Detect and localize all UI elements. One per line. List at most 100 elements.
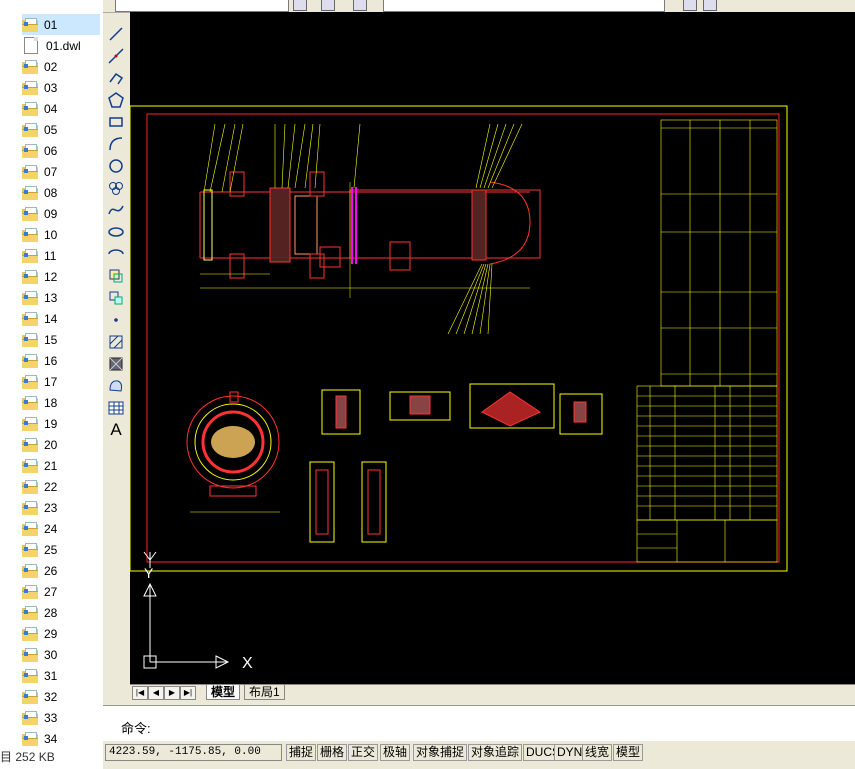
ellipse-arc-icon[interactable] (106, 244, 126, 264)
folder-item[interactable]: 02 (22, 56, 100, 77)
item-label: 33 (44, 710, 58, 725)
folder-item[interactable]: 08 (22, 182, 100, 203)
folder-item[interactable]: 18 (22, 392, 100, 413)
status-toggle-button[interactable]: 栅格 (317, 744, 348, 761)
status-toggle-button[interactable]: 对象捕捉 (413, 744, 468, 761)
table-icon[interactable] (106, 398, 126, 418)
folder-icon (22, 585, 38, 599)
folder-item[interactable]: 29 (22, 623, 100, 644)
first-tab-button[interactable]: |◀ (132, 686, 148, 700)
layer-previous-icon[interactable] (683, 0, 697, 11)
folder-item[interactable]: 21 (22, 455, 100, 476)
folder-item[interactable]: 26 (22, 560, 100, 581)
coordinate-display[interactable]: 4223.59, -1175.85, 0.00 (105, 744, 282, 761)
next-tab-button[interactable]: ▶ (164, 686, 180, 700)
line-icon[interactable] (106, 24, 126, 44)
item-label: 23 (44, 500, 58, 515)
last-tab-button[interactable]: ▶| (180, 686, 196, 700)
hatch-icon[interactable] (106, 332, 126, 352)
folder-item[interactable]: 24 (22, 518, 100, 539)
layout-tab-bar: |◀ ◀ ▶ ▶| 模型 布局1 (130, 684, 855, 701)
layer-properties-combobox[interactable] (383, 0, 665, 12)
drawing-inner-border (146, 113, 780, 563)
multiline-text-icon[interactable]: A (106, 420, 126, 440)
folder-icon (22, 480, 38, 494)
folder-item[interactable]: 27 (22, 581, 100, 602)
spline-icon[interactable] (106, 200, 126, 220)
arc-icon[interactable] (106, 134, 126, 154)
status-toggle-button[interactable]: DYN (554, 744, 586, 761)
status-bar: 4223.59, -1175.85, 0.00 捕捉 栅格 正交 极轴 对象捕捉 对象追踪… (103, 741, 855, 762)
folder-item[interactable]: 22 (22, 476, 100, 497)
folder-item[interactable]: 14 (22, 308, 100, 329)
make-block-icon[interactable] (106, 288, 126, 308)
status-toggle-button[interactable]: 捕捉 (286, 744, 317, 761)
folder-icon (22, 60, 38, 74)
item-label: 03 (44, 80, 58, 95)
folder-item[interactable]: 05 (22, 119, 100, 140)
folder-item[interactable]: 10 (22, 224, 100, 245)
construction-line-icon[interactable] (106, 46, 126, 66)
status-toggle-button[interactable]: 线宽 (582, 744, 613, 761)
folder-item[interactable]: 32 (22, 686, 100, 707)
folder-item[interactable]: 01 (22, 14, 100, 35)
status-toggle-button[interactable]: 极轴 (380, 744, 411, 761)
region-icon[interactable] (106, 376, 126, 396)
status-toggle-button[interactable]: 对象追踪 (468, 744, 523, 761)
folder-icon (22, 543, 38, 557)
file-item[interactable]: 01.dwl (22, 35, 100, 56)
model-space-canvas[interactable]: X Y (130, 12, 855, 684)
circle-icon[interactable] (106, 156, 126, 176)
folder-item[interactable]: 13 (22, 287, 100, 308)
folder-item[interactable]: 03 (22, 77, 100, 98)
gradient-icon[interactable] (106, 354, 126, 374)
folder-item[interactable]: 19 (22, 413, 100, 434)
folder-item[interactable]: 11 (22, 245, 100, 266)
folder-item[interactable]: 28 (22, 602, 100, 623)
folder-item[interactable]: 15 (22, 329, 100, 350)
tab-layout1[interactable]: 布局1 (244, 685, 285, 700)
folder-icon (22, 501, 38, 515)
folder-item[interactable]: 30 (22, 644, 100, 665)
polyline-icon[interactable] (106, 68, 126, 88)
folder-item[interactable]: 20 (22, 434, 100, 455)
item-label: 18 (44, 395, 58, 410)
revision-cloud-icon[interactable] (106, 178, 126, 198)
folder-item[interactable]: 12 (22, 266, 100, 287)
folder-item[interactable]: 06 (22, 140, 100, 161)
status-toggle-button[interactable]: 正交 (348, 744, 379, 761)
item-label: 04 (44, 101, 58, 116)
folder-item[interactable]: 16 (22, 350, 100, 371)
detail-views (309, 383, 603, 543)
layer-combobox[interactable] (115, 0, 289, 12)
folder-item[interactable]: 09 (22, 203, 100, 224)
folder-item[interactable]: 04 (22, 98, 100, 119)
status-toggle-button[interactable]: 模型 (613, 744, 644, 761)
folder-item[interactable]: 33 (22, 707, 100, 728)
point-icon[interactable] (106, 310, 126, 330)
folder-icon (22, 333, 38, 347)
folder-icon (22, 648, 38, 662)
folder-icon (22, 438, 38, 452)
item-label: 01.dwl (46, 38, 81, 53)
prev-tab-button[interactable]: ◀ (148, 686, 164, 700)
folder-item[interactable]: 34 (22, 728, 100, 749)
folder-icon (22, 102, 38, 116)
tab-model[interactable]: 模型 (206, 685, 241, 700)
document-icon (24, 37, 38, 54)
rectangle-icon[interactable] (106, 112, 126, 132)
folder-item[interactable]: 23 (22, 497, 100, 518)
folder-item[interactable]: 31 (22, 665, 100, 686)
layer-icon[interactable] (293, 0, 307, 11)
layer-state-icon[interactable] (321, 0, 335, 11)
layer-isolate-icon[interactable] (703, 0, 717, 11)
folder-item[interactable]: 17 (22, 371, 100, 392)
item-label: 34 (44, 731, 58, 746)
ellipse-icon[interactable] (106, 222, 126, 242)
folder-item[interactable]: 25 (22, 539, 100, 560)
polygon-icon[interactable] (106, 90, 126, 110)
command-window[interactable]: 命令: (103, 705, 855, 742)
layers-icon[interactable] (353, 0, 367, 11)
insert-block-icon[interactable] (106, 266, 126, 286)
folder-item[interactable]: 07 (22, 161, 100, 182)
